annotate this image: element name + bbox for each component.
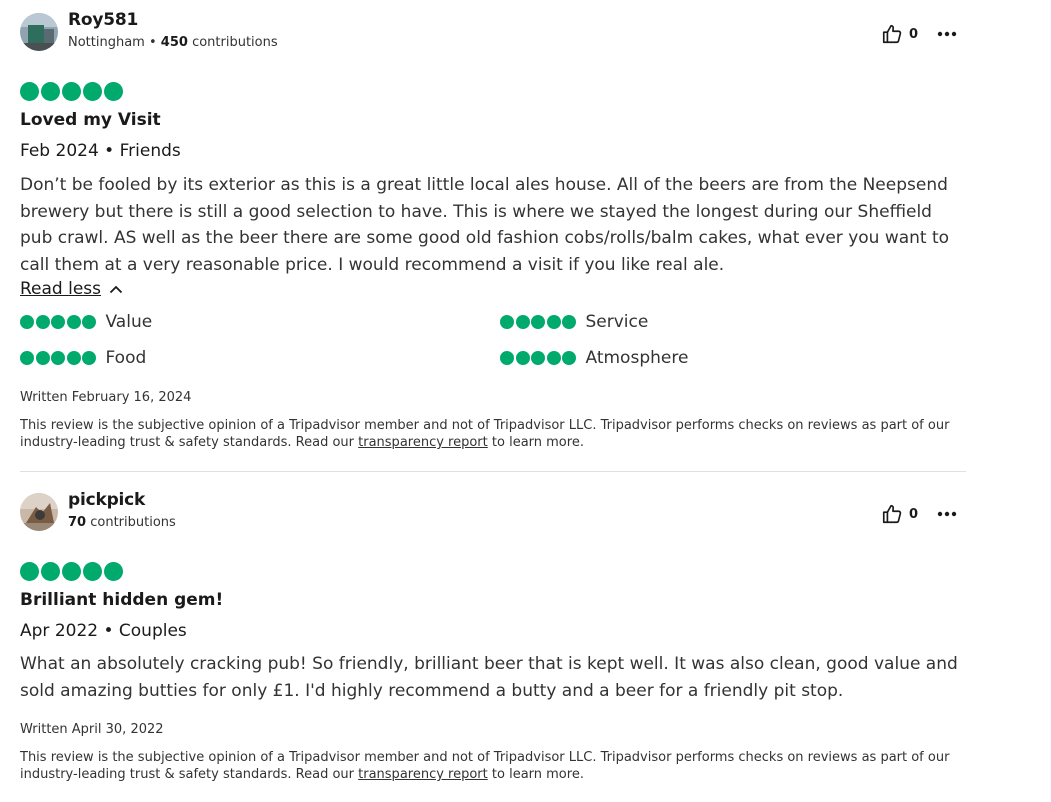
thumbs-up-icon: [882, 504, 902, 524]
review-date-trip-type: Apr 2022 • Couples: [20, 621, 187, 641]
sub-rating-bubbles: [20, 351, 98, 365]
review-body: What an absolutely cracking pub! So frie…: [20, 654, 958, 701]
user-info: Nottingham • 450 contributions: [68, 35, 278, 50]
rating-bubble: [546, 315, 561, 329]
rating-bubble: [20, 351, 34, 365]
rating-bubble: [104, 562, 123, 581]
contributions-label: contributions: [86, 515, 176, 530]
username[interactable]: Roy581: [68, 10, 138, 30]
chevron-up-icon: [109, 285, 123, 293]
written-date: Written February 16, 2024: [20, 390, 192, 405]
read-less-label: Read less: [20, 279, 102, 299]
review-card: Roy581 Nottingham • 450 contributions 0 …: [20, 0, 966, 450]
rating-bubble: [515, 351, 530, 365]
rating-bubble: [20, 562, 39, 581]
review-disclaimer: This review is the subjective opinion of…: [20, 749, 960, 783]
review-card: pickpick 70 contributions 0 Brilliant hi…: [20, 480, 966, 782]
rating-bubble: [51, 315, 65, 329]
rating-bubble: [562, 351, 576, 365]
rating-bubble: [546, 351, 561, 365]
review-disclaimer: This review is the subjective opinion of…: [20, 417, 960, 451]
more-options-button[interactable]: [936, 503, 958, 525]
sub-rating-value: Value: [20, 312, 152, 332]
sub-rating-label: Service: [585, 312, 649, 332]
sub-rating-label: Food: [105, 348, 147, 368]
rating-bubble: [20, 315, 34, 329]
sub-rating-bubbles: [500, 315, 578, 329]
written-date: Written April 30, 2022: [20, 722, 164, 737]
more-horizontal-icon: [937, 511, 957, 517]
rating-bubble: [62, 562, 81, 581]
sub-ratings: Value Service Food Atmosphere: [20, 310, 960, 382]
like-count: 0: [908, 506, 918, 522]
rating-bubble: [500, 351, 514, 365]
rating-bubble: [66, 315, 81, 329]
more-horizontal-icon: [937, 31, 957, 37]
like-count: 0: [908, 26, 918, 42]
bubble-rating: [20, 82, 125, 101]
rating-bubble: [35, 351, 50, 365]
transparency-report-link[interactable]: transparency report: [358, 435, 488, 450]
rating-bubble: [66, 351, 81, 365]
avatar[interactable]: [20, 493, 58, 531]
info-separator: •: [144, 35, 161, 50]
rating-bubble: [83, 562, 102, 581]
rating-bubble: [83, 82, 102, 101]
user-info: 70 contributions: [68, 515, 176, 530]
contributions-count: 70: [68, 515, 87, 530]
rating-bubble: [51, 351, 65, 365]
contributions-count: 450: [160, 35, 188, 50]
read-less-button[interactable]: Read less: [20, 279, 123, 299]
rating-bubble: [20, 82, 39, 101]
review-header: Roy581 Nottingham • 450 contributions 0: [20, 0, 966, 60]
review-date-trip-type: Feb 2024 • Friends: [20, 141, 181, 161]
bubble-rating: [20, 562, 125, 581]
sub-rating-label: Atmosphere: [585, 348, 689, 368]
contributions-label: contributions: [187, 35, 278, 50]
rating-bubble: [41, 562, 60, 581]
sub-rating-label: Value: [105, 312, 153, 332]
rating-bubble: [82, 315, 96, 329]
rating-bubble: [562, 315, 576, 329]
sub-rating-bubbles: [500, 351, 578, 365]
rating-bubble: [515, 315, 530, 329]
rating-bubble: [35, 315, 50, 329]
helpful-vote-button[interactable]: 0: [881, 503, 918, 525]
disclaimer-text-end: to learn more.: [487, 767, 584, 782]
review-actions: 0: [881, 503, 958, 525]
rating-bubble: [500, 315, 514, 329]
rating-bubble: [41, 82, 60, 101]
review-title[interactable]: Brilliant hidden gem!: [20, 590, 223, 610]
review-header: pickpick 70 contributions 0: [20, 480, 966, 540]
sub-rating-food: Food: [20, 348, 146, 368]
rating-bubble: [62, 82, 81, 101]
helpful-vote-button[interactable]: 0: [881, 23, 918, 45]
review-body: Don’t be fooled by its exterior as this …: [20, 175, 950, 275]
more-options-button[interactable]: [936, 23, 958, 45]
user-location: Nottingham: [68, 35, 145, 50]
disclaimer-text-end: to learn more.: [487, 435, 584, 450]
rating-bubble: [82, 351, 96, 365]
review-actions: 0: [881, 23, 958, 45]
rating-bubble: [531, 315, 545, 329]
avatar[interactable]: [20, 13, 58, 51]
rating-bubble: [531, 351, 545, 365]
review-divider: [20, 471, 966, 472]
sub-rating-atmosphere: Atmosphere: [500, 348, 688, 368]
sub-rating-bubbles: [20, 315, 98, 329]
review-title[interactable]: Loved my Visit: [20, 110, 161, 130]
rating-bubble: [104, 82, 123, 101]
username[interactable]: pickpick: [68, 490, 145, 510]
thumbs-up-icon: [882, 24, 902, 44]
sub-rating-service: Service: [500, 312, 648, 332]
transparency-report-link[interactable]: transparency report: [358, 767, 488, 782]
